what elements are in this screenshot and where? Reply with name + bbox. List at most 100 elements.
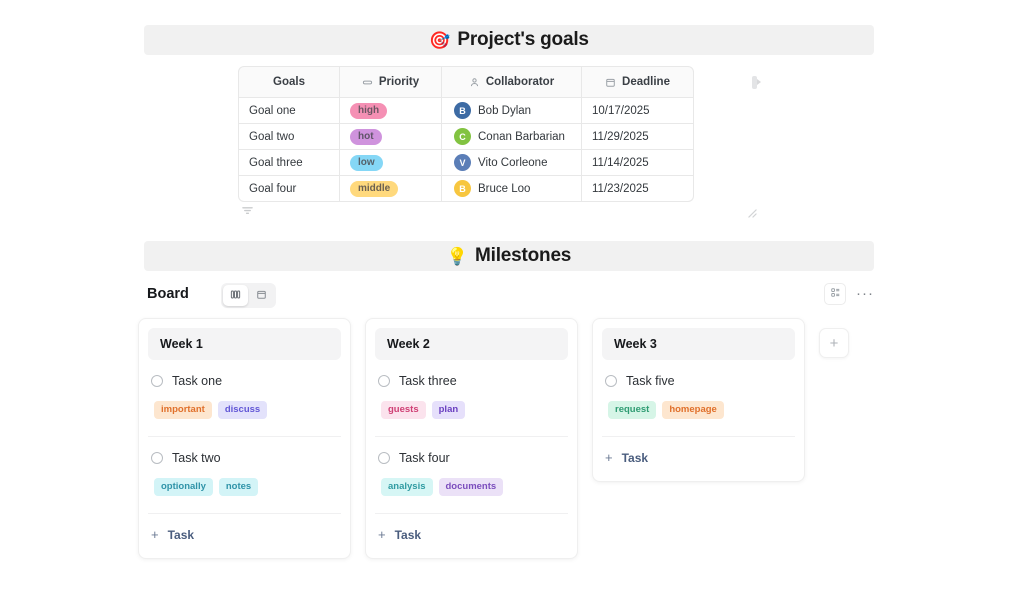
cell-collaborator[interactable]: B Bob Dylan xyxy=(442,98,582,124)
avatar: V xyxy=(454,154,471,171)
column-header-collaborator[interactable]: Collaborator xyxy=(442,66,582,98)
cell-priority[interactable]: hot xyxy=(340,124,442,150)
task-card[interactable]: Task four analysis documents xyxy=(375,437,568,514)
task-tag-list: request homepage xyxy=(608,401,792,419)
person-icon xyxy=(469,77,480,88)
add-task-button[interactable]: + Task xyxy=(602,437,795,472)
cell-deadline[interactable]: 11/14/2025 xyxy=(582,150,694,176)
avatar: B xyxy=(454,180,471,197)
task-tag-list: important discuss xyxy=(154,401,338,419)
milestones-section-banner: 💡 Milestones xyxy=(144,241,874,271)
priority-pill: low xyxy=(350,154,383,171)
task-checkbox[interactable] xyxy=(378,375,390,387)
target-icon: 🎯 xyxy=(429,30,451,50)
add-task-button[interactable]: + Task xyxy=(375,514,568,549)
task-card[interactable]: Task five request homepage xyxy=(602,360,795,437)
column-header-deadline[interactable]: Deadline xyxy=(582,66,694,98)
add-column-button[interactable]: + xyxy=(819,328,849,358)
table-expand-arrow-icon[interactable] xyxy=(757,79,761,85)
table-row[interactable]: Goal one high B Bob Dylan 10/17/2025 xyxy=(238,98,694,124)
table-collapse-icon[interactable] xyxy=(240,203,255,214)
table-resize-handle[interactable] xyxy=(748,205,757,218)
cell-deadline[interactable]: 10/17/2025 xyxy=(582,98,694,124)
cell-priority[interactable]: middle xyxy=(340,176,442,202)
plus-icon: + xyxy=(151,527,159,542)
task-checkbox[interactable] xyxy=(151,452,163,464)
task-card[interactable]: Task one important discuss xyxy=(148,360,341,437)
board-toolbar: Board ··· xyxy=(144,283,874,311)
task-tag[interactable]: important xyxy=(154,401,212,419)
cell-deadline[interactable]: 11/23/2025 xyxy=(582,176,694,202)
priority-pill: middle xyxy=(350,180,399,197)
kanban-icon xyxy=(230,287,241,305)
task-title-row: Task three xyxy=(378,374,565,388)
layout-grid-button[interactable] xyxy=(824,283,846,305)
cell-goal[interactable]: Goal four xyxy=(238,176,340,202)
task-tag[interactable]: plan xyxy=(431,401,466,419)
add-task-label: Task xyxy=(167,527,195,542)
cell-collaborator[interactable]: B Bruce Loo xyxy=(442,176,582,202)
task-name: Task one xyxy=(172,374,223,388)
task-checkbox[interactable] xyxy=(605,375,617,387)
task-tag[interactable]: documents xyxy=(438,478,504,496)
board-column-title[interactable]: Week 2 xyxy=(375,328,568,360)
view-toggle-group xyxy=(221,283,276,308)
milestones-section-title: Milestones xyxy=(474,245,572,266)
task-title-row: Task four xyxy=(378,451,565,465)
column-header-goals[interactable]: Goals xyxy=(238,66,340,98)
more-options-button[interactable]: ··· xyxy=(856,286,874,301)
task-title-row: Task one xyxy=(151,374,338,388)
task-tag[interactable]: request xyxy=(608,401,657,419)
collaborator-chip: B Bruce Loo xyxy=(450,180,573,197)
board-column-title[interactable]: Week 3 xyxy=(602,328,795,360)
avatar: B xyxy=(454,102,471,119)
task-checkbox[interactable] xyxy=(151,375,163,387)
table-row[interactable]: Goal three low V Vito Corleone 11/14/2025 xyxy=(238,150,694,176)
priority-pill: hot xyxy=(350,128,382,145)
board-view-button[interactable] xyxy=(223,285,248,306)
board-column-title[interactable]: Week 1 xyxy=(148,328,341,360)
cell-priority[interactable]: low xyxy=(340,150,442,176)
cell-priority[interactable]: high xyxy=(340,98,442,124)
collaborator-chip: C Conan Barbarian xyxy=(450,128,573,145)
add-task-label: Task xyxy=(621,450,649,465)
task-tag[interactable]: analysis xyxy=(381,478,433,496)
column-label-goals: Goals xyxy=(273,76,305,88)
task-name: Task four xyxy=(399,451,450,465)
board-label: Board xyxy=(147,286,189,302)
goals-table: Goals Priority Collaborator Deadline Goa… xyxy=(238,66,694,202)
task-tag[interactable]: guests xyxy=(381,401,426,419)
goals-table-wrapper: Goals Priority Collaborator Deadline Goa… xyxy=(238,66,694,202)
board-column: Week 2 Task three guests plan Task four analy… xyxy=(365,318,578,559)
lightbulb-icon: 💡 xyxy=(446,246,468,266)
task-tag[interactable]: discuss xyxy=(217,401,268,419)
task-tag[interactable]: notes xyxy=(218,478,259,496)
board-right-tools: ··· xyxy=(824,283,874,305)
goals-section-title: Project's goals xyxy=(457,29,589,50)
table-row[interactable]: Goal four middle B Bruce Loo 11/23/2025 xyxy=(238,176,694,202)
task-name: Task five xyxy=(626,374,675,388)
board-column: Week 3 Task five request homepage + Task xyxy=(592,318,805,482)
task-name: Task two xyxy=(172,451,221,465)
column-header-priority[interactable]: Priority xyxy=(340,66,442,98)
cell-goal[interactable]: Goal one xyxy=(238,98,340,124)
table-row[interactable]: Goal two hot C Conan Barbarian 11/29/2025 xyxy=(238,124,694,150)
task-tag[interactable]: homepage xyxy=(662,401,724,419)
task-card[interactable]: Task two optionally notes xyxy=(148,437,341,514)
cell-goal[interactable]: Goal three xyxy=(238,150,340,176)
collaborator-name: Vito Corleone xyxy=(478,156,548,169)
board-column: Week 1 Task one important discuss Task two op… xyxy=(138,318,351,559)
task-tag[interactable]: optionally xyxy=(154,478,213,496)
task-tag-list: guests plan xyxy=(381,401,565,419)
cell-collaborator[interactable]: C Conan Barbarian xyxy=(442,124,582,150)
cell-goal[interactable]: Goal two xyxy=(238,124,340,150)
calendar-view-button[interactable] xyxy=(249,285,274,306)
task-tag-list: analysis documents xyxy=(381,478,565,496)
add-task-button[interactable]: + Task xyxy=(148,514,341,549)
cell-collaborator[interactable]: V Vito Corleone xyxy=(442,150,582,176)
cell-deadline[interactable]: 11/29/2025 xyxy=(582,124,694,150)
collaborator-name: Bob Dylan xyxy=(478,104,532,117)
task-card[interactable]: Task three guests plan xyxy=(375,360,568,437)
task-checkbox[interactable] xyxy=(378,452,390,464)
collaborator-name: Bruce Loo xyxy=(478,182,531,195)
